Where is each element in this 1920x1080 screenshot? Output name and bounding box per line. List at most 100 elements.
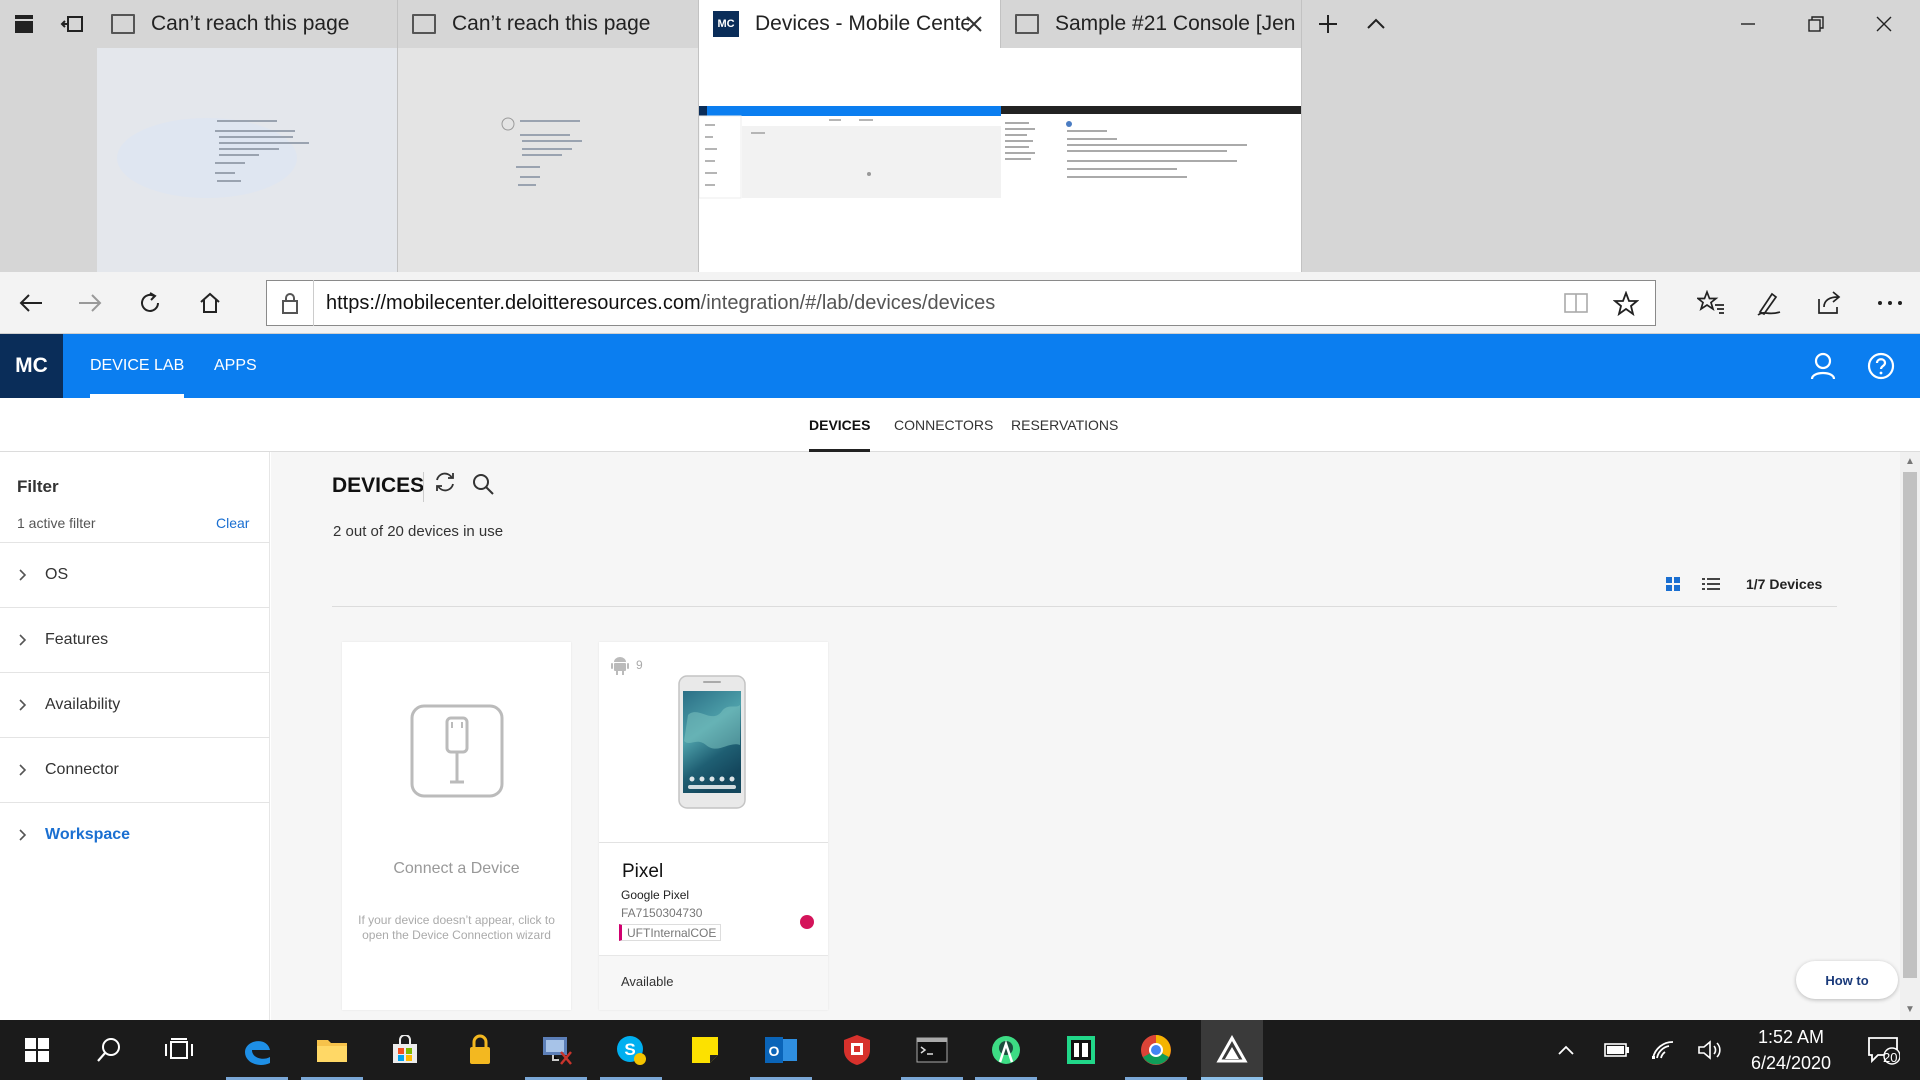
device-status: Available [621, 974, 674, 989]
new-tab-icon[interactable] [1310, 6, 1346, 42]
devices-in-use: 2 out of 20 devices in use [333, 523, 504, 540]
user-icon[interactable] [1805, 348, 1841, 384]
refresh-icon[interactable] [131, 284, 169, 322]
chrome-icon[interactable] [1119, 1020, 1193, 1080]
edge-icon[interactable] [220, 1020, 294, 1080]
web-notes-icon[interactable] [1750, 284, 1788, 322]
remote-desktop-icon[interactable] [519, 1020, 593, 1080]
show-hidden-icons-icon[interactable] [1553, 1020, 1579, 1080]
page-title: DEVICES [332, 474, 425, 497]
filter-group-workspace[interactable]: Workspace [0, 802, 270, 867]
scroll-down-icon[interactable]: ▼ [1904, 1004, 1916, 1016]
filter-group-availability[interactable]: Availability [0, 672, 270, 737]
action-center-icon[interactable]: 20 [1853, 1020, 1913, 1080]
connect-device-hint: If your device doesn’t appear, click to … [358, 913, 555, 942]
chevron-right-icon [0, 633, 45, 647]
favorites-icon[interactable] [1692, 284, 1730, 322]
home-icon[interactable] [191, 284, 229, 322]
forward-icon[interactable] [71, 284, 109, 322]
status-indicator [800, 915, 814, 929]
store-icon[interactable] [368, 1020, 442, 1080]
back-icon[interactable] [12, 284, 50, 322]
volume-icon[interactable] [1690, 1020, 1730, 1080]
minimize-icon[interactable] [1714, 0, 1782, 48]
reading-view-icon[interactable] [1563, 291, 1589, 320]
tab-devices-mobile-center[interactable]: MC Devices - Mobile Center [698, 0, 1001, 272]
scroll-thumb[interactable] [1903, 472, 1917, 978]
nav-apps[interactable]: APPS [214, 334, 257, 398]
restore-icon[interactable] [1782, 0, 1850, 48]
wifi-icon[interactable] [1643, 1020, 1683, 1080]
pycharm-icon[interactable] [1044, 1020, 1118, 1080]
filter-group-connector[interactable]: Connector [0, 737, 270, 802]
card-divider [599, 842, 828, 843]
skype-icon[interactable]: S [594, 1020, 668, 1080]
android-icon [611, 655, 629, 675]
clock-date: 6/24/2020 [1750, 1053, 1832, 1073]
grid-view-icon[interactable] [1664, 575, 1686, 597]
tab-cant-reach-2[interactable]: Can’t reach this page [398, 0, 699, 272]
filter-group-features[interactable]: Features [0, 607, 270, 672]
share-icon[interactable] [1810, 284, 1848, 322]
filter-sidebar: Filter 1 active filter Clear OS Features… [0, 452, 270, 1020]
scroll-up-icon[interactable]: ▲ [1904, 456, 1916, 468]
android-studio-icon[interactable] [969, 1020, 1043, 1080]
tab-cant-reach-1[interactable]: Can’t reach this page [97, 0, 398, 272]
how-to-button[interactable]: How to [1796, 961, 1898, 999]
more-icon[interactable] [1871, 284, 1909, 322]
connect-device-card[interactable]: Connect a Device If your device doesn’t … [342, 642, 571, 1010]
mc-favicon: MC [713, 11, 739, 37]
lock-icon [281, 292, 301, 314]
close-window-icon[interactable] [1850, 0, 1918, 48]
connect-device-label: Connect a Device [393, 860, 520, 877]
address-bar[interactable]: https://mobilecenter.deloitteresources.c… [266, 280, 1656, 326]
search-icon[interactable] [471, 472, 499, 500]
tab-devices[interactable]: DEVICES [809, 398, 871, 452]
page-scrollbar[interactable]: ▲ ▼ [1900, 452, 1920, 1020]
filter-group-label: Workspace [45, 826, 131, 843]
title-divider [423, 472, 424, 502]
tab-jenkins-console[interactable]: Sample #21 Console [Jenkins] [1001, 0, 1302, 272]
security-app-icon[interactable] [820, 1020, 894, 1080]
tab-actions-icon[interactable] [6, 6, 42, 42]
mc-logo[interactable]: MC [0, 334, 63, 398]
outlook-icon[interactable]: O [744, 1020, 818, 1080]
tab-preview [698, 48, 1001, 272]
svg-text:O: O [769, 1043, 780, 1059]
sub-navigation: DEVICES CONNECTORS RESERVATIONS [0, 398, 1920, 452]
tab-preview [398, 48, 698, 272]
nav-device-lab[interactable]: DEVICE LAB [90, 334, 185, 398]
start-icon[interactable] [0, 1020, 74, 1080]
filter-group-os[interactable]: OS [0, 542, 270, 607]
chevron-right-icon [0, 698, 45, 712]
lock-app-icon[interactable] [443, 1020, 517, 1080]
page-icon [1015, 14, 1039, 34]
tab-connectors[interactable]: CONNECTORS [894, 398, 993, 452]
tab-reservations[interactable]: RESERVATIONS [1011, 398, 1118, 452]
favorite-star-icon[interactable] [1612, 290, 1640, 322]
set-tabs-aside-icon[interactable] [54, 6, 90, 42]
list-view-icon[interactable] [1701, 575, 1723, 597]
taskbar-clock[interactable]: 1:52 AM 6/24/2020 [1727, 1024, 1855, 1076]
refresh-devices-icon[interactable] [433, 470, 461, 498]
close-tab-icon[interactable] [960, 10, 988, 38]
url-path: /integration/#/lab/devices/devices [700, 291, 996, 314]
active-filter-count: 1 active filter [17, 515, 96, 531]
task-view-icon[interactable] [142, 1020, 216, 1080]
command-prompt-icon[interactable] [895, 1020, 969, 1080]
mobile-center-app-icon[interactable] [1201, 1020, 1263, 1080]
workspace-tag: UFTInternalCOE [619, 924, 722, 941]
sticky-notes-icon[interactable] [668, 1020, 742, 1080]
device-model: Google Pixel [621, 888, 690, 902]
device-card-pixel[interactable]: 9 Pixel Google Pixel FA7150304730 UFTInt… [599, 642, 828, 1010]
url-text[interactable]: https://mobilecenter.deloitteresources.c… [326, 292, 995, 315]
search-taskbar-icon[interactable] [72, 1020, 146, 1080]
tab-title: Sample #21 Console [Jenkins] [1055, 12, 1295, 35]
help-icon[interactable] [1863, 348, 1899, 384]
hide-tab-previews-icon[interactable] [1358, 6, 1394, 42]
device-serial: FA7150304730 [621, 906, 703, 920]
svg-text:S: S [624, 1040, 635, 1059]
file-explorer-icon[interactable] [295, 1020, 369, 1080]
clear-filter-link[interactable]: Clear [216, 515, 249, 531]
battery-icon[interactable] [1597, 1020, 1637, 1080]
